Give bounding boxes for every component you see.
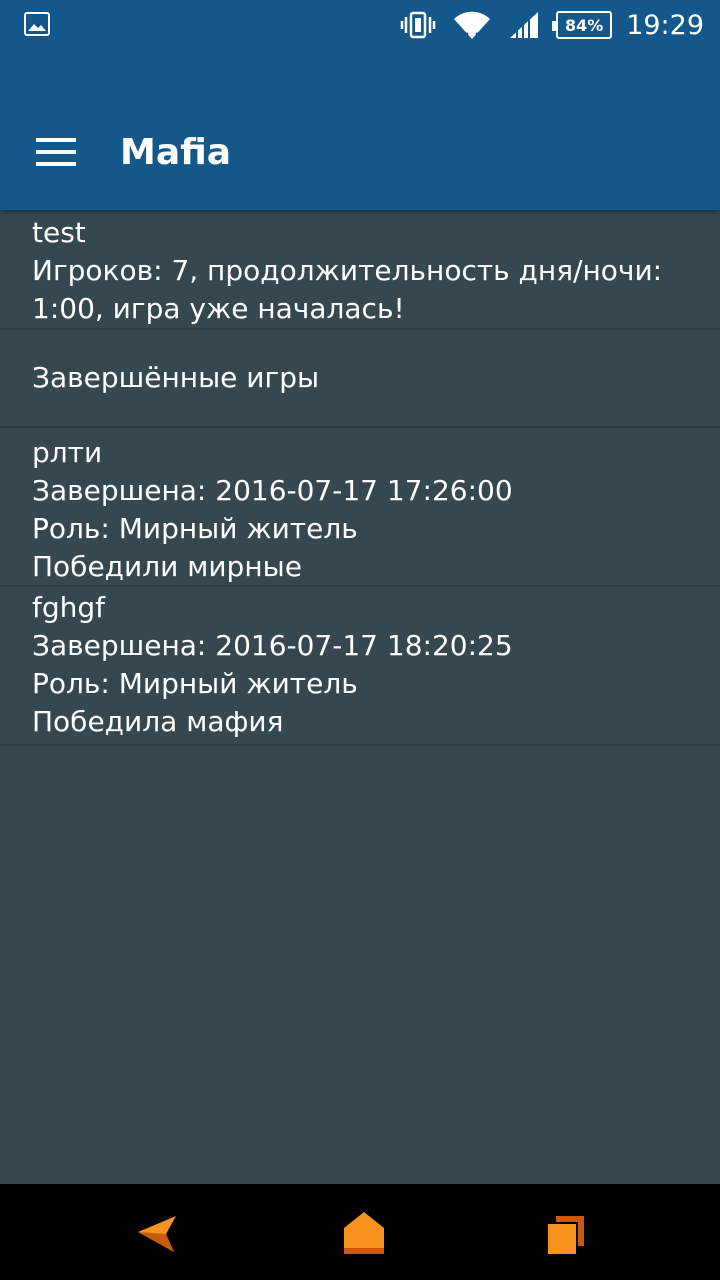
status-bar: 84% 19:29 — [0, 0, 720, 50]
game-role: Роль: Мирный житель — [32, 667, 358, 700]
game-role: Роль: Мирный житель — [32, 512, 358, 545]
navigation-bar — [0, 1184, 720, 1280]
game-result: Победили мирные — [32, 550, 302, 583]
hamburger-menu-icon[interactable] — [36, 138, 76, 168]
battery-icon: 84% — [552, 11, 613, 39]
active-game-item[interactable]: test Игроков: 7, продолжительность дня/н… — [0, 210, 720, 330]
battery-level: 84% — [565, 15, 604, 35]
finished-game-item[interactable]: fghgf Завершена: 2016-07-17 18:20:25 Рол… — [0, 587, 720, 746]
finished-game-item[interactable]: рлти Завершена: 2016-07-17 17:26:00 Роль… — [0, 428, 720, 587]
gallery-notification-icon — [24, 12, 50, 36]
clock: 19:29 — [626, 9, 704, 41]
game-info-continued: 1:00, игра уже началась! — [32, 292, 405, 325]
game-name: test — [32, 216, 86, 249]
back-icon[interactable] — [136, 1210, 184, 1258]
status-icons: 84% 19:29 — [384, 6, 704, 44]
home-icon[interactable] — [340, 1210, 388, 1258]
game-name: fghgf — [32, 591, 106, 624]
game-result: Победила мафия — [32, 705, 284, 738]
section-header-label: Завершённые игры — [32, 361, 320, 394]
games-list: test Игроков: 7, продолжительность дня/н… — [0, 210, 720, 746]
app-bar: 84% 19:29 Mafia — [0, 0, 720, 210]
page-title: Mafia — [120, 132, 232, 173]
vibrate-icon — [400, 11, 436, 39]
game-finished-date: Завершена: 2016-07-17 18:20:25 — [32, 629, 513, 662]
wifi-icon — [454, 11, 491, 39]
recents-icon[interactable] — [544, 1210, 592, 1258]
game-name: рлти — [32, 436, 103, 469]
cell-signal-icon — [510, 12, 539, 38]
finished-games-header: Завершённые игры — [0, 330, 720, 428]
game-info: Игроков: 7, продолжительность дня/ночи: — [32, 254, 663, 287]
game-finished-date: Завершена: 2016-07-17 17:26:00 — [32, 474, 513, 507]
